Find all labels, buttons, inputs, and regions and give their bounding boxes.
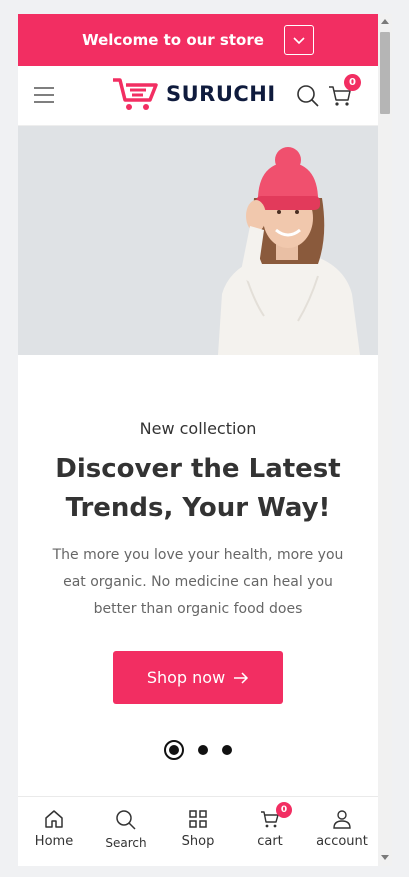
chevron-down-icon bbox=[293, 37, 305, 45]
slider-dot-3[interactable] bbox=[222, 745, 232, 755]
search-icon bbox=[116, 810, 136, 830]
hero-eyebrow: New collection bbox=[139, 419, 257, 438]
nav-search[interactable]: Search bbox=[94, 809, 158, 850]
nav-shop[interactable]: Shop bbox=[166, 809, 230, 849]
hero-model-illustration bbox=[218, 147, 360, 355]
nav-search-label: Search bbox=[105, 836, 147, 850]
user-icon bbox=[333, 810, 351, 829]
nav-cart-badge: 0 bbox=[276, 802, 292, 818]
scroll-up-arrow-icon[interactable] bbox=[381, 19, 389, 24]
hero-headline: Discover the Latest Trends, Your Way! bbox=[55, 454, 341, 523]
hero-description: The more you love your health, more you … bbox=[52, 547, 344, 617]
hero-image bbox=[18, 126, 378, 355]
search-icon bbox=[297, 85, 319, 107]
nav-account-label: account bbox=[316, 834, 368, 849]
brand-name: SURUCHI bbox=[166, 82, 276, 106]
nav-cart[interactable]: 0 cart bbox=[238, 802, 302, 849]
site-header: SURUCHI 0 bbox=[18, 66, 378, 126]
announcement-bar: Welcome to our store bbox=[18, 14, 378, 66]
page-frame: Welcome to our store SURUCHI 0 New colle… bbox=[18, 14, 378, 866]
brand-logo[interactable]: SURUCHI bbox=[112, 76, 276, 112]
slider-dot-2[interactable] bbox=[198, 745, 208, 755]
cart-logo-icon bbox=[113, 78, 158, 110]
hero-content: New collection Discover the Latest Trend… bbox=[18, 355, 378, 760]
slider-dot-1[interactable] bbox=[164, 740, 184, 760]
grid-icon bbox=[189, 810, 207, 828]
page-scrollbar[interactable] bbox=[378, 14, 392, 866]
shop-now-label: Shop now bbox=[146, 668, 226, 687]
scrollbar-thumb[interactable] bbox=[380, 32, 390, 114]
slider-pagination bbox=[18, 740, 378, 760]
nav-account[interactable]: account bbox=[310, 809, 374, 849]
scroll-down-arrow-icon[interactable] bbox=[381, 855, 389, 860]
nav-shop-label: Shop bbox=[181, 834, 215, 849]
arrow-right-icon bbox=[234, 671, 249, 684]
announcement-toggle-button[interactable] bbox=[283, 25, 314, 55]
shop-now-button[interactable]: Shop now bbox=[113, 651, 283, 704]
announcement-text: Welcome to our store bbox=[82, 31, 264, 49]
cart-count-badge: 0 bbox=[344, 74, 361, 91]
nav-home[interactable]: Home bbox=[22, 809, 86, 849]
hamburger-icon bbox=[34, 87, 54, 103]
menu-button[interactable] bbox=[33, 84, 55, 106]
nav-cart-label: cart bbox=[257, 834, 283, 849]
bottom-navigation: Home Search Shop 0 cart account bbox=[18, 796, 378, 866]
home-icon bbox=[45, 810, 63, 828]
nav-home-label: Home bbox=[34, 834, 74, 849]
header-search-button[interactable] bbox=[296, 84, 320, 108]
